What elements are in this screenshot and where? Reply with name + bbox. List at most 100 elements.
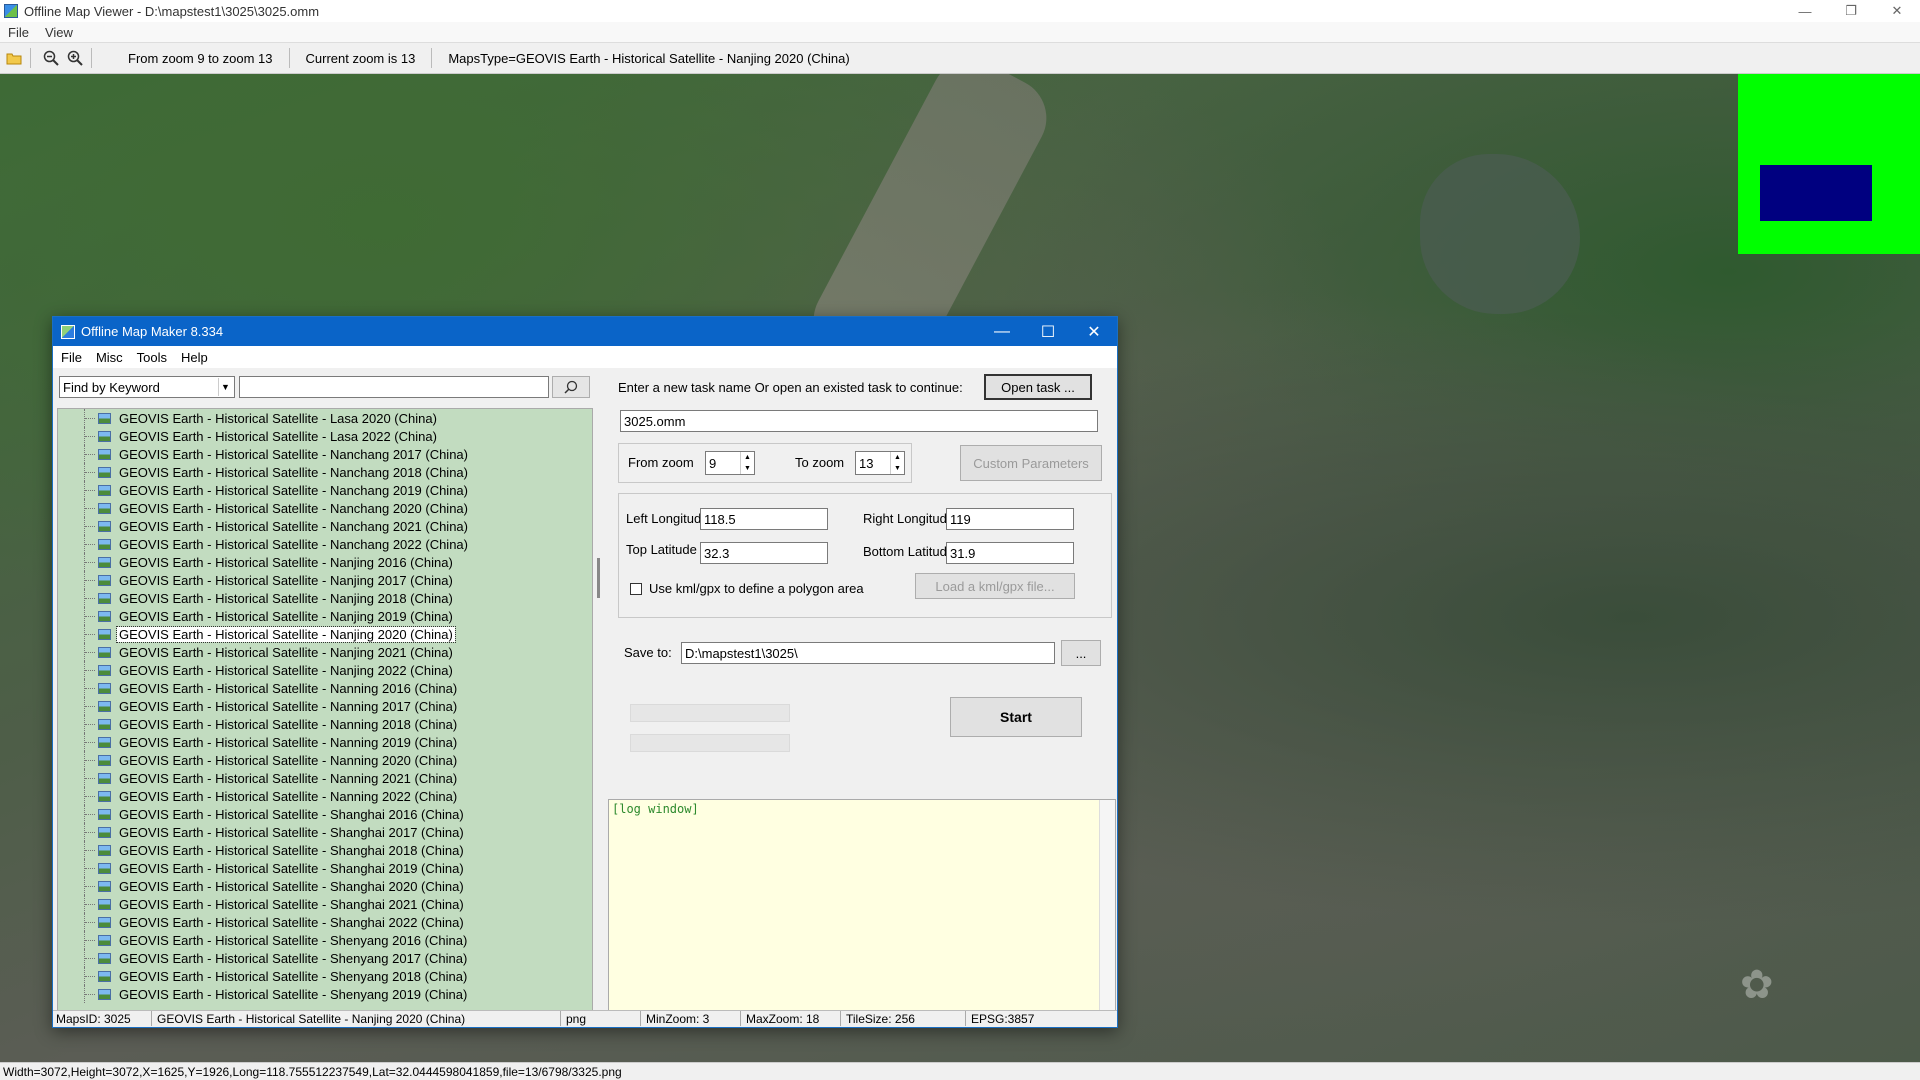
maps-type-text: MapsType=GEOVIS Earth - Historical Satel… [448,50,850,66]
list-item[interactable]: GEOVIS Earth - Historical Satellite - Na… [58,625,592,643]
list-item[interactable]: GEOVIS Earth - Historical Satellite - Na… [58,589,592,607]
status-separator [840,1011,841,1026]
viewer-toolbar: From zoom 9 to zoom 13 Current zoom is 1… [0,42,1920,74]
bottom-latitude-field[interactable]: 31.9 [946,542,1074,564]
find-mode-select[interactable]: Find by Keyword ▼ [59,376,235,398]
open-task-button[interactable]: Open task ... [984,374,1092,400]
open-folder-icon[interactable] [4,48,24,68]
top-latitude-field[interactable]: 32.3 [700,542,828,564]
list-item[interactable]: GEOVIS Earth - Historical Satellite - Sh… [58,913,592,931]
list-item[interactable]: GEOVIS Earth - Historical Satellite - Sh… [58,823,592,841]
list-item[interactable]: GEOVIS Earth - Historical Satellite - Na… [58,445,592,463]
list-item-label: GEOVIS Earth - Historical Satellite - Na… [119,590,453,606]
spin-down-icon[interactable]: ▼ [894,465,901,472]
log-scrollbar[interactable] [1099,800,1115,1012]
list-item[interactable]: GEOVIS Earth - Historical Satellite - Na… [58,535,592,553]
status-epsg: EPSG:3857 [971,1012,1035,1026]
list-item[interactable]: GEOVIS Earth - Historical Satellite - Na… [58,463,592,481]
status-mapsid: MapsID: 3025 [56,1012,131,1026]
list-item[interactable]: GEOVIS Earth - Historical Satellite - Sh… [58,985,592,1003]
right-longitude-label: Right Longitude [863,511,955,526]
list-item[interactable]: GEOVIS Earth - Historical Satellite - Na… [58,643,592,661]
custom-parameters-button[interactable]: Custom Parameters [960,445,1102,481]
list-item-label: GEOVIS Earth - Historical Satellite - La… [119,428,437,444]
dialog-minimize-button[interactable]: — [979,317,1025,346]
close-button[interactable]: ✕ [1874,0,1920,22]
spin-down-icon[interactable]: ▼ [744,465,751,472]
viewer-menubar: File View [0,22,1920,42]
kml-checkbox[interactable] [630,583,642,595]
dialog-maximize-button[interactable]: ☐ [1025,317,1071,346]
kml-label: Use kml/gpx to define a polygon area [649,581,864,596]
start-button[interactable]: Start [950,697,1082,737]
list-item[interactable]: GEOVIS Earth - Historical Satellite - Sh… [58,931,592,949]
search-button[interactable] [552,376,590,398]
load-kml-button[interactable]: Load a kml/gpx file... [915,573,1075,599]
list-item[interactable]: GEOVIS Earth - Historical Satellite - Na… [58,679,592,697]
spin-up-icon[interactable]: ▲ [744,454,751,461]
left-longitude-field[interactable]: 118.5 [700,508,828,530]
search-input[interactable] [239,376,549,398]
list-item[interactable]: GEOVIS Earth - Historical Satellite - Na… [58,715,592,733]
tree-scrollbar[interactable] [597,558,600,598]
status-map-name: GEOVIS Earth - Historical Satellite - Na… [157,1012,466,1026]
dialog-app-icon [61,324,75,339]
list-item[interactable]: GEOVIS Earth - Historical Satellite - Sh… [58,895,592,913]
list-item[interactable]: GEOVIS Earth - Historical Satellite - La… [58,427,592,445]
list-item[interactable]: GEOVIS Earth - Historical Satellite - Na… [58,481,592,499]
list-item[interactable]: GEOVIS Earth - Historical Satellite - Na… [58,553,592,571]
map-layer-icon [98,628,111,640]
list-item[interactable]: GEOVIS Earth - Historical Satellite - Na… [58,733,592,751]
task-panel: Enter a new task name Or open an existed… [608,368,1116,1017]
task-name-field[interactable]: 3025.omm [620,410,1098,432]
restore-button[interactable]: ❐ [1828,0,1874,22]
log-window[interactable]: [log window] [608,799,1116,1013]
map-layer-icon [98,862,111,874]
list-item-label: GEOVIS Earth - Historical Satellite - Na… [119,698,458,714]
dialog-menu-help[interactable]: Help [173,350,214,365]
menu-file[interactable]: File [0,25,37,40]
list-item[interactable]: GEOVIS Earth - Historical Satellite - Sh… [58,859,592,877]
dialog-close-button[interactable]: ✕ [1071,317,1117,346]
menu-view[interactable]: View [37,25,81,40]
spin-up-icon[interactable]: ▲ [894,454,901,461]
list-item[interactable]: GEOVIS Earth - Historical Satellite - Na… [58,769,592,787]
list-item[interactable]: GEOVIS Earth - Historical Satellite - Na… [58,661,592,679]
list-item[interactable]: GEOVIS Earth - Historical Satellite - Na… [58,571,592,589]
to-zoom-label: To zoom [795,455,845,470]
list-item[interactable]: GEOVIS Earth - Historical Satellite - Sh… [58,949,592,967]
list-item[interactable]: GEOVIS Earth - Historical Satellite - Sh… [58,877,592,895]
right-longitude-field[interactable]: 119 [946,508,1074,530]
list-item[interactable]: GEOVIS Earth - Historical Satellite - Sh… [58,841,592,859]
list-item[interactable]: GEOVIS Earth - Historical Satellite - La… [58,409,592,427]
to-zoom-stepper[interactable]: 13 ▲ ▼ [855,451,905,475]
find-mode-value: Find by Keyword [63,379,160,395]
list-item-label: GEOVIS Earth - Historical Satellite - Na… [119,482,468,498]
list-item[interactable]: GEOVIS Earth - Historical Satellite - Na… [58,697,592,715]
list-item-label: GEOVIS Earth - Historical Satellite - Sh… [119,860,464,876]
list-item[interactable]: GEOVIS Earth - Historical Satellite - Na… [58,751,592,769]
list-item-label: GEOVIS Earth - Historical Satellite - Sh… [119,896,464,912]
save-path-field[interactable]: D:\mapstest1\3025\ [681,642,1055,664]
list-item[interactable]: GEOVIS Earth - Historical Satellite - Na… [58,517,592,535]
list-item[interactable]: GEOVIS Earth - Historical Satellite - Na… [58,607,592,625]
from-zoom-stepper[interactable]: 9 ▲ ▼ [705,451,755,475]
dialog-menu-misc[interactable]: Misc [88,350,129,365]
overview-map[interactable] [1738,74,1920,254]
dialog-menu-file[interactable]: File [53,350,88,365]
list-item[interactable]: GEOVIS Earth - Historical Satellite - Na… [58,499,592,517]
minimize-button[interactable]: — [1782,0,1828,22]
zoom-in-icon[interactable] [65,48,85,68]
dialog-menu-tools[interactable]: Tools [129,350,173,365]
list-item[interactable]: GEOVIS Earth - Historical Satellite - Sh… [58,805,592,823]
maps-tree[interactable]: GEOVIS Earth - Historical Satellite - La… [57,408,593,1012]
dialog-titlebar[interactable]: Offline Map Maker 8.334 — ☐ ✕ [53,317,1117,346]
overview-frame[interactable] [1760,165,1872,221]
list-item[interactable]: GEOVIS Earth - Historical Satellite - Sh… [58,967,592,985]
status-separator [151,1011,152,1026]
map-layer-icon [98,934,111,946]
zoom-out-icon[interactable] [41,48,61,68]
list-item[interactable]: GEOVIS Earth - Historical Satellite - Na… [58,787,592,805]
chevron-down-icon[interactable]: ▼ [218,378,232,396]
browse-button[interactable]: ... [1061,640,1101,666]
